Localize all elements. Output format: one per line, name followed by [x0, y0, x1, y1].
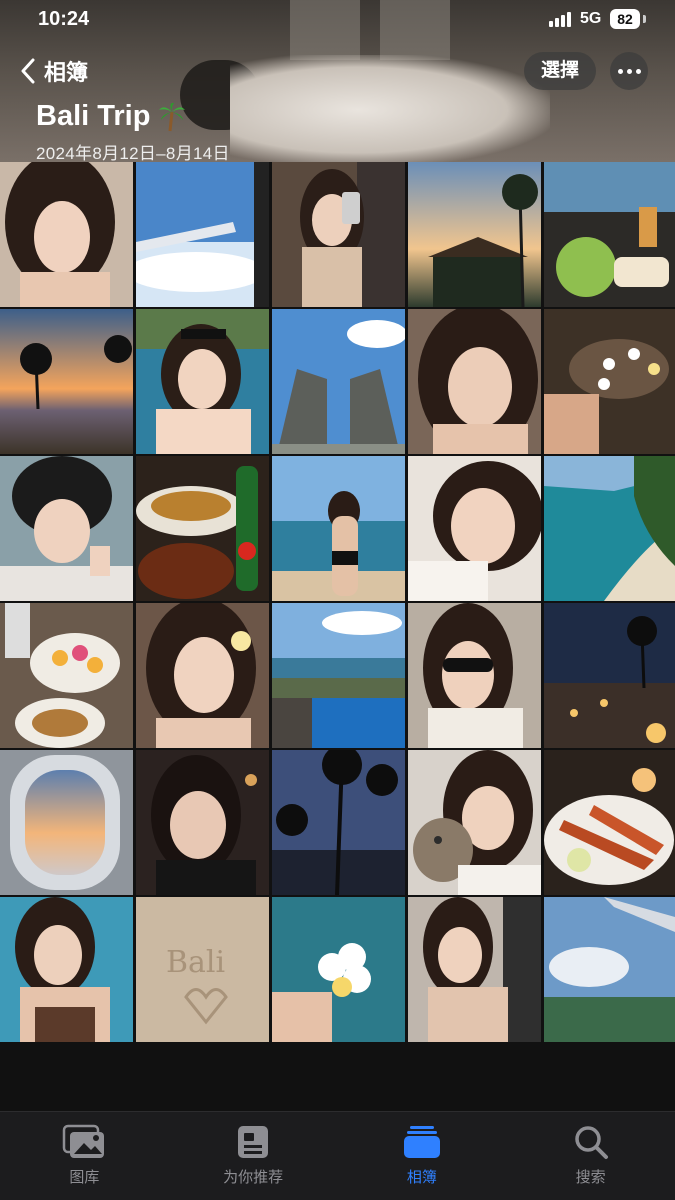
- album-title: Bali Trip: [36, 100, 186, 133]
- photo-grid: Bali: [0, 162, 675, 1112]
- chevron-left-icon: [21, 58, 35, 84]
- photos-library-icon: [63, 1124, 105, 1158]
- photo-fruit-breakfast[interactable]: [0, 603, 133, 748]
- photo-beach-bikini-back[interactable]: [272, 456, 405, 601]
- for-you-icon: [238, 1126, 269, 1158]
- photo-hallway-selfie[interactable]: [408, 897, 541, 1042]
- photo-sand-writing-bali[interactable]: Bali: [136, 897, 269, 1042]
- photo-dinner-table-beer[interactable]: [136, 456, 269, 601]
- photo-helmet-peace-sign[interactable]: [0, 456, 133, 601]
- photo-flower-in-hair-selfie[interactable]: [136, 603, 269, 748]
- photo-selfie-hand-on-chin[interactable]: [0, 162, 133, 307]
- tab-label: 搜索: [575, 1169, 606, 1186]
- photo-sunglasses-selfie[interactable]: [408, 603, 541, 748]
- tab-for-you[interactable]: 为你推荐: [169, 1112, 338, 1200]
- more-button[interactable]: [610, 52, 648, 90]
- tab-label: 为你推荐: [223, 1169, 284, 1186]
- photo-mirror-selfie[interactable]: [272, 162, 405, 307]
- ellipsis-dot: [635, 68, 641, 74]
- back-button[interactable]: 相簿: [20, 54, 88, 88]
- tab-label: 图库: [69, 1169, 100, 1186]
- photo-pool-bikini-selfie[interactable]: [0, 897, 133, 1042]
- network-type: 5G: [580, 10, 602, 27]
- photo-airplane-window-sunset[interactable]: [0, 750, 133, 895]
- ellipsis-icon: [617, 68, 623, 74]
- album-date-range: 2024年8月12日–8月14日: [36, 144, 230, 162]
- tab-bar: 图库 为你推荐 相簿 搜索: [0, 1111, 675, 1200]
- search-icon: [574, 1126, 608, 1159]
- select-button[interactable]: 選擇: [524, 52, 596, 90]
- tab-albums[interactable]: 相簿: [338, 1112, 507, 1200]
- photo-aerial-coast-wing[interactable]: [544, 897, 675, 1042]
- album-title-text: Bali Trip: [36, 100, 151, 132]
- photo-night-bar-selfie[interactable]: [136, 750, 269, 895]
- tab-search[interactable]: 搜索: [506, 1112, 675, 1200]
- photo-temple-gate[interactable]: [272, 309, 405, 454]
- photo-wink-selfie[interactable]: [408, 309, 541, 454]
- photo-cliff-beach-aerial[interactable]: [544, 456, 675, 601]
- status-bar: 10:24 5G 82: [0, 0, 675, 40]
- tab-library[interactable]: 图库: [0, 1112, 169, 1200]
- battery-icon: 82: [610, 9, 640, 29]
- ellipsis-dot: [626, 68, 632, 74]
- palm-tree-icon: [159, 102, 186, 131]
- back-label: 相簿: [44, 60, 89, 85]
- photo-airplane-wing-clouds[interactable]: [136, 162, 269, 307]
- photo-lying-selfie[interactable]: [408, 456, 541, 601]
- cellular-signal-icon: [549, 11, 571, 27]
- cover-bedsheet: [230, 55, 550, 162]
- status-time: 10:24: [38, 8, 90, 30]
- album-cover-header: 10:24 5G 82 相簿 選擇 Bali Trip 2024年8月12日–8…: [0, 0, 675, 162]
- albums-icon: [403, 1126, 440, 1158]
- photo-lobster-dinner[interactable]: [544, 750, 675, 895]
- svg-text:Bali: Bali: [166, 945, 225, 980]
- battery-tip: [643, 15, 646, 23]
- photo-flower-foot-bath[interactable]: [544, 309, 675, 454]
- photo-night-palms-beach[interactable]: [272, 750, 405, 895]
- photo-frangipani-hand[interactable]: [272, 897, 405, 1042]
- photo-palm-sunset-hut[interactable]: [408, 162, 541, 307]
- photo-candlelit-beach-dinner[interactable]: [544, 603, 675, 748]
- tab-label: 相簿: [406, 1169, 437, 1186]
- photo-cat-selfie[interactable]: [408, 750, 541, 895]
- photo-coconut-drink-table[interactable]: [544, 162, 675, 307]
- photo-resort-infinity-pool[interactable]: [272, 603, 405, 748]
- photo-pool-selfie-sunglasses[interactable]: [136, 309, 269, 454]
- photo-beach-sunset-palms[interactable]: [0, 309, 133, 454]
